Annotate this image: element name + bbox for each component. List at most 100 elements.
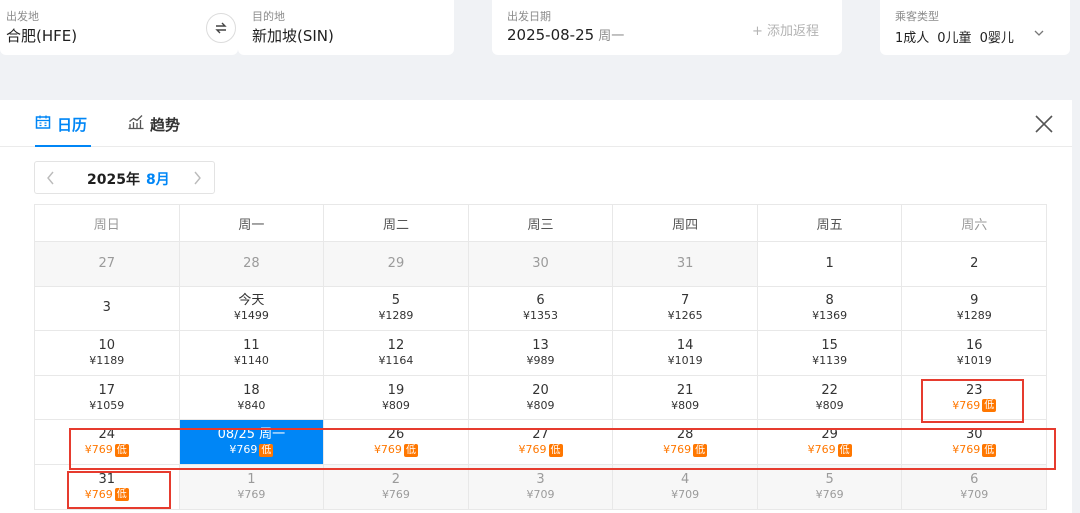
calendar-day[interactable]: 11 ¥1140 — [179, 331, 325, 376]
calendar-day[interactable]: 26 ¥769 低 — [324, 420, 469, 465]
low-price-badge: 低 — [548, 443, 563, 457]
child-count: 0儿童 — [937, 31, 972, 46]
passenger-value[interactable]: 1成人 0儿童 0婴儿 — [895, 27, 1022, 46]
calendar-day[interactable]: 1 ¥769 — [179, 464, 325, 510]
calendar-day[interactable]: 20 ¥809 — [468, 375, 614, 421]
day-number: 22 — [821, 382, 838, 398]
day-price-line: ¥769 — [382, 488, 410, 502]
passenger-field[interactable]: 乘客类型 1成人 0儿童 0婴儿 — [880, 0, 1070, 55]
day-price: ¥1139 — [812, 353, 848, 367]
day-price-line: ¥809 — [382, 399, 410, 413]
passenger-label: 乘客类型 — [895, 10, 939, 23]
swap-icon[interactable] — [206, 13, 236, 43]
calendar-day[interactable]: 27 ¥769 低 — [468, 420, 614, 465]
calendar-week-row: 3 今天 ¥1499 5 ¥1289 6 ¥1353 7 ¥1265 8 ¥1369 9 ¥1289 — [35, 286, 1048, 332]
calendar-day[interactable]: 17 ¥1059 — [35, 375, 180, 421]
day-price: ¥769 — [952, 398, 981, 412]
calendar-day[interactable]: 2 — [902, 242, 1048, 287]
destination-field[interactable]: 目的地 新加坡(SIN) — [238, 0, 454, 55]
day-number: 2 — [970, 255, 979, 271]
calendar-day[interactable]: 4 ¥709 — [613, 464, 758, 510]
calendar-day[interactable]: 30 ¥769 低 — [902, 420, 1048, 465]
calendar-day[interactable]: 22 ¥809 — [757, 375, 903, 421]
low-price-badge: 低 — [403, 443, 418, 457]
day-price-line: ¥709 — [527, 488, 555, 502]
calendar-day[interactable]: 15 ¥1139 — [757, 331, 903, 376]
tab-trend-label: 趋势 — [150, 116, 181, 134]
chevron-left-icon[interactable] — [46, 171, 56, 185]
calendar-day[interactable]: 3 — [35, 286, 180, 332]
day-price: ¥809 — [815, 398, 844, 412]
calendar-day[interactable]: 29 ¥769 低 — [757, 420, 903, 465]
day-price: ¥1289 — [378, 309, 414, 323]
day-price: ¥769 — [84, 487, 113, 501]
calendar-day[interactable]: 6 ¥1353 — [468, 286, 614, 332]
day-number: 今天 — [238, 293, 265, 309]
origin-field[interactable]: 出发地 合肥(HFE) — [0, 0, 238, 55]
weekday-header-row: 周日 周一 周二 周三 周四 周五 周六 — [35, 205, 1048, 242]
day-number: 1 — [247, 471, 256, 487]
calendar-week-row: 31 ¥769 低 1 ¥769 2 ¥769 3 ¥709 4 ¥709 5 ¥769 6 ¥709 — [35, 464, 1048, 510]
calendar-day[interactable]: 12 ¥1164 — [324, 331, 469, 376]
day-price: ¥1140 — [233, 353, 269, 367]
calendar-day[interactable]: 14 ¥1019 — [613, 331, 758, 376]
day-number: 6 — [536, 293, 545, 309]
chevron-right-icon[interactable] — [192, 171, 202, 185]
calendar-day[interactable]: 21 ¥809 — [613, 375, 758, 421]
calendar-day[interactable]: 23 ¥769 低 — [902, 375, 1048, 421]
add-return-button[interactable]: + 添加返程 — [752, 20, 819, 39]
day-price-line: ¥1139 — [812, 354, 847, 368]
calendar-day[interactable]: 30 — [468, 242, 614, 287]
origin-value[interactable]: 合肥(HFE) — [6, 25, 77, 46]
calendar-day[interactable]: 7 ¥1265 — [613, 286, 758, 332]
current-month: 2025年 8月 — [87, 169, 170, 189]
day-number: 3 — [536, 471, 545, 487]
day-price-line: ¥1164 — [378, 354, 413, 368]
day-number: 17 — [98, 382, 116, 398]
calendar-day[interactable]: 19 ¥809 — [324, 375, 469, 421]
day-price-line: ¥769 — [237, 488, 265, 502]
calendar-day[interactable]: 28 ¥769 低 — [613, 420, 758, 465]
close-icon[interactable] — [1034, 114, 1054, 134]
infant-count: 0婴儿 — [979, 31, 1014, 46]
calendar-day[interactable]: 28 — [179, 242, 325, 287]
day-price-line: ¥769 低 — [952, 443, 997, 457]
tab-trend[interactable]: 趋势 — [127, 114, 180, 147]
calendar-day[interactable]: 29 — [324, 242, 469, 287]
calendar-day[interactable]: 24 ¥769 低 — [35, 420, 180, 465]
calendar-day[interactable]: 1 — [757, 242, 903, 287]
calendar-day-selected[interactable]: 08/25 周一 ¥769 低 — [179, 420, 325, 465]
calendar-day[interactable]: 今天 ¥1499 — [179, 286, 325, 332]
day-number: 28 — [676, 427, 694, 443]
day-price-line: ¥840 — [237, 399, 265, 413]
calendar-day[interactable]: 18 ¥840 — [179, 375, 325, 421]
calendar-day[interactable]: 5 ¥1289 — [324, 286, 469, 332]
day-number: 5 — [825, 471, 834, 487]
calendar-day[interactable]: 8 ¥1369 — [757, 286, 903, 332]
calendar-day[interactable]: 10 ¥1189 — [35, 331, 180, 376]
day-price-line: ¥1189 — [89, 354, 124, 368]
calendar-day[interactable]: 31 — [613, 242, 758, 287]
calendar-day[interactable]: 16 ¥1019 — [902, 331, 1048, 376]
destination-value[interactable]: 新加坡(SIN) — [252, 25, 334, 46]
calendar-day[interactable]: 6 ¥709 — [902, 464, 1048, 510]
chevron-down-icon[interactable] — [1033, 29, 1045, 37]
weekday-header: 周一 — [179, 205, 325, 242]
depart-date-field[interactable]: 出发日期 2025-08-25 周一 + 添加返程 — [492, 0, 842, 55]
day-number: 08/25 周一 — [217, 427, 286, 443]
calendar-day[interactable]: 2 ¥769 — [324, 464, 469, 510]
calendar-day[interactable]: 5 ¥769 — [757, 464, 903, 510]
day-price-line: ¥769 低 — [85, 488, 129, 502]
calendar-day[interactable]: 13 ¥989 — [468, 331, 614, 376]
calendar-day[interactable]: 27 — [35, 242, 180, 287]
calendar-day[interactable]: 9 ¥1289 — [902, 286, 1048, 332]
day-number: 14 — [676, 337, 694, 353]
day-price: ¥1353 — [523, 309, 559, 323]
depart-date-value[interactable]: 2025-08-25 周一 — [507, 25, 624, 44]
weekday-header: 周五 — [757, 205, 903, 242]
tab-calendar[interactable]: 日历 — [35, 114, 91, 147]
calendar-day[interactable]: 3 ¥709 — [468, 464, 614, 510]
adult-count: 1成人 — [895, 31, 930, 46]
day-price: ¥809 — [526, 398, 555, 412]
calendar-day[interactable]: 31 ¥769 低 — [35, 464, 180, 510]
